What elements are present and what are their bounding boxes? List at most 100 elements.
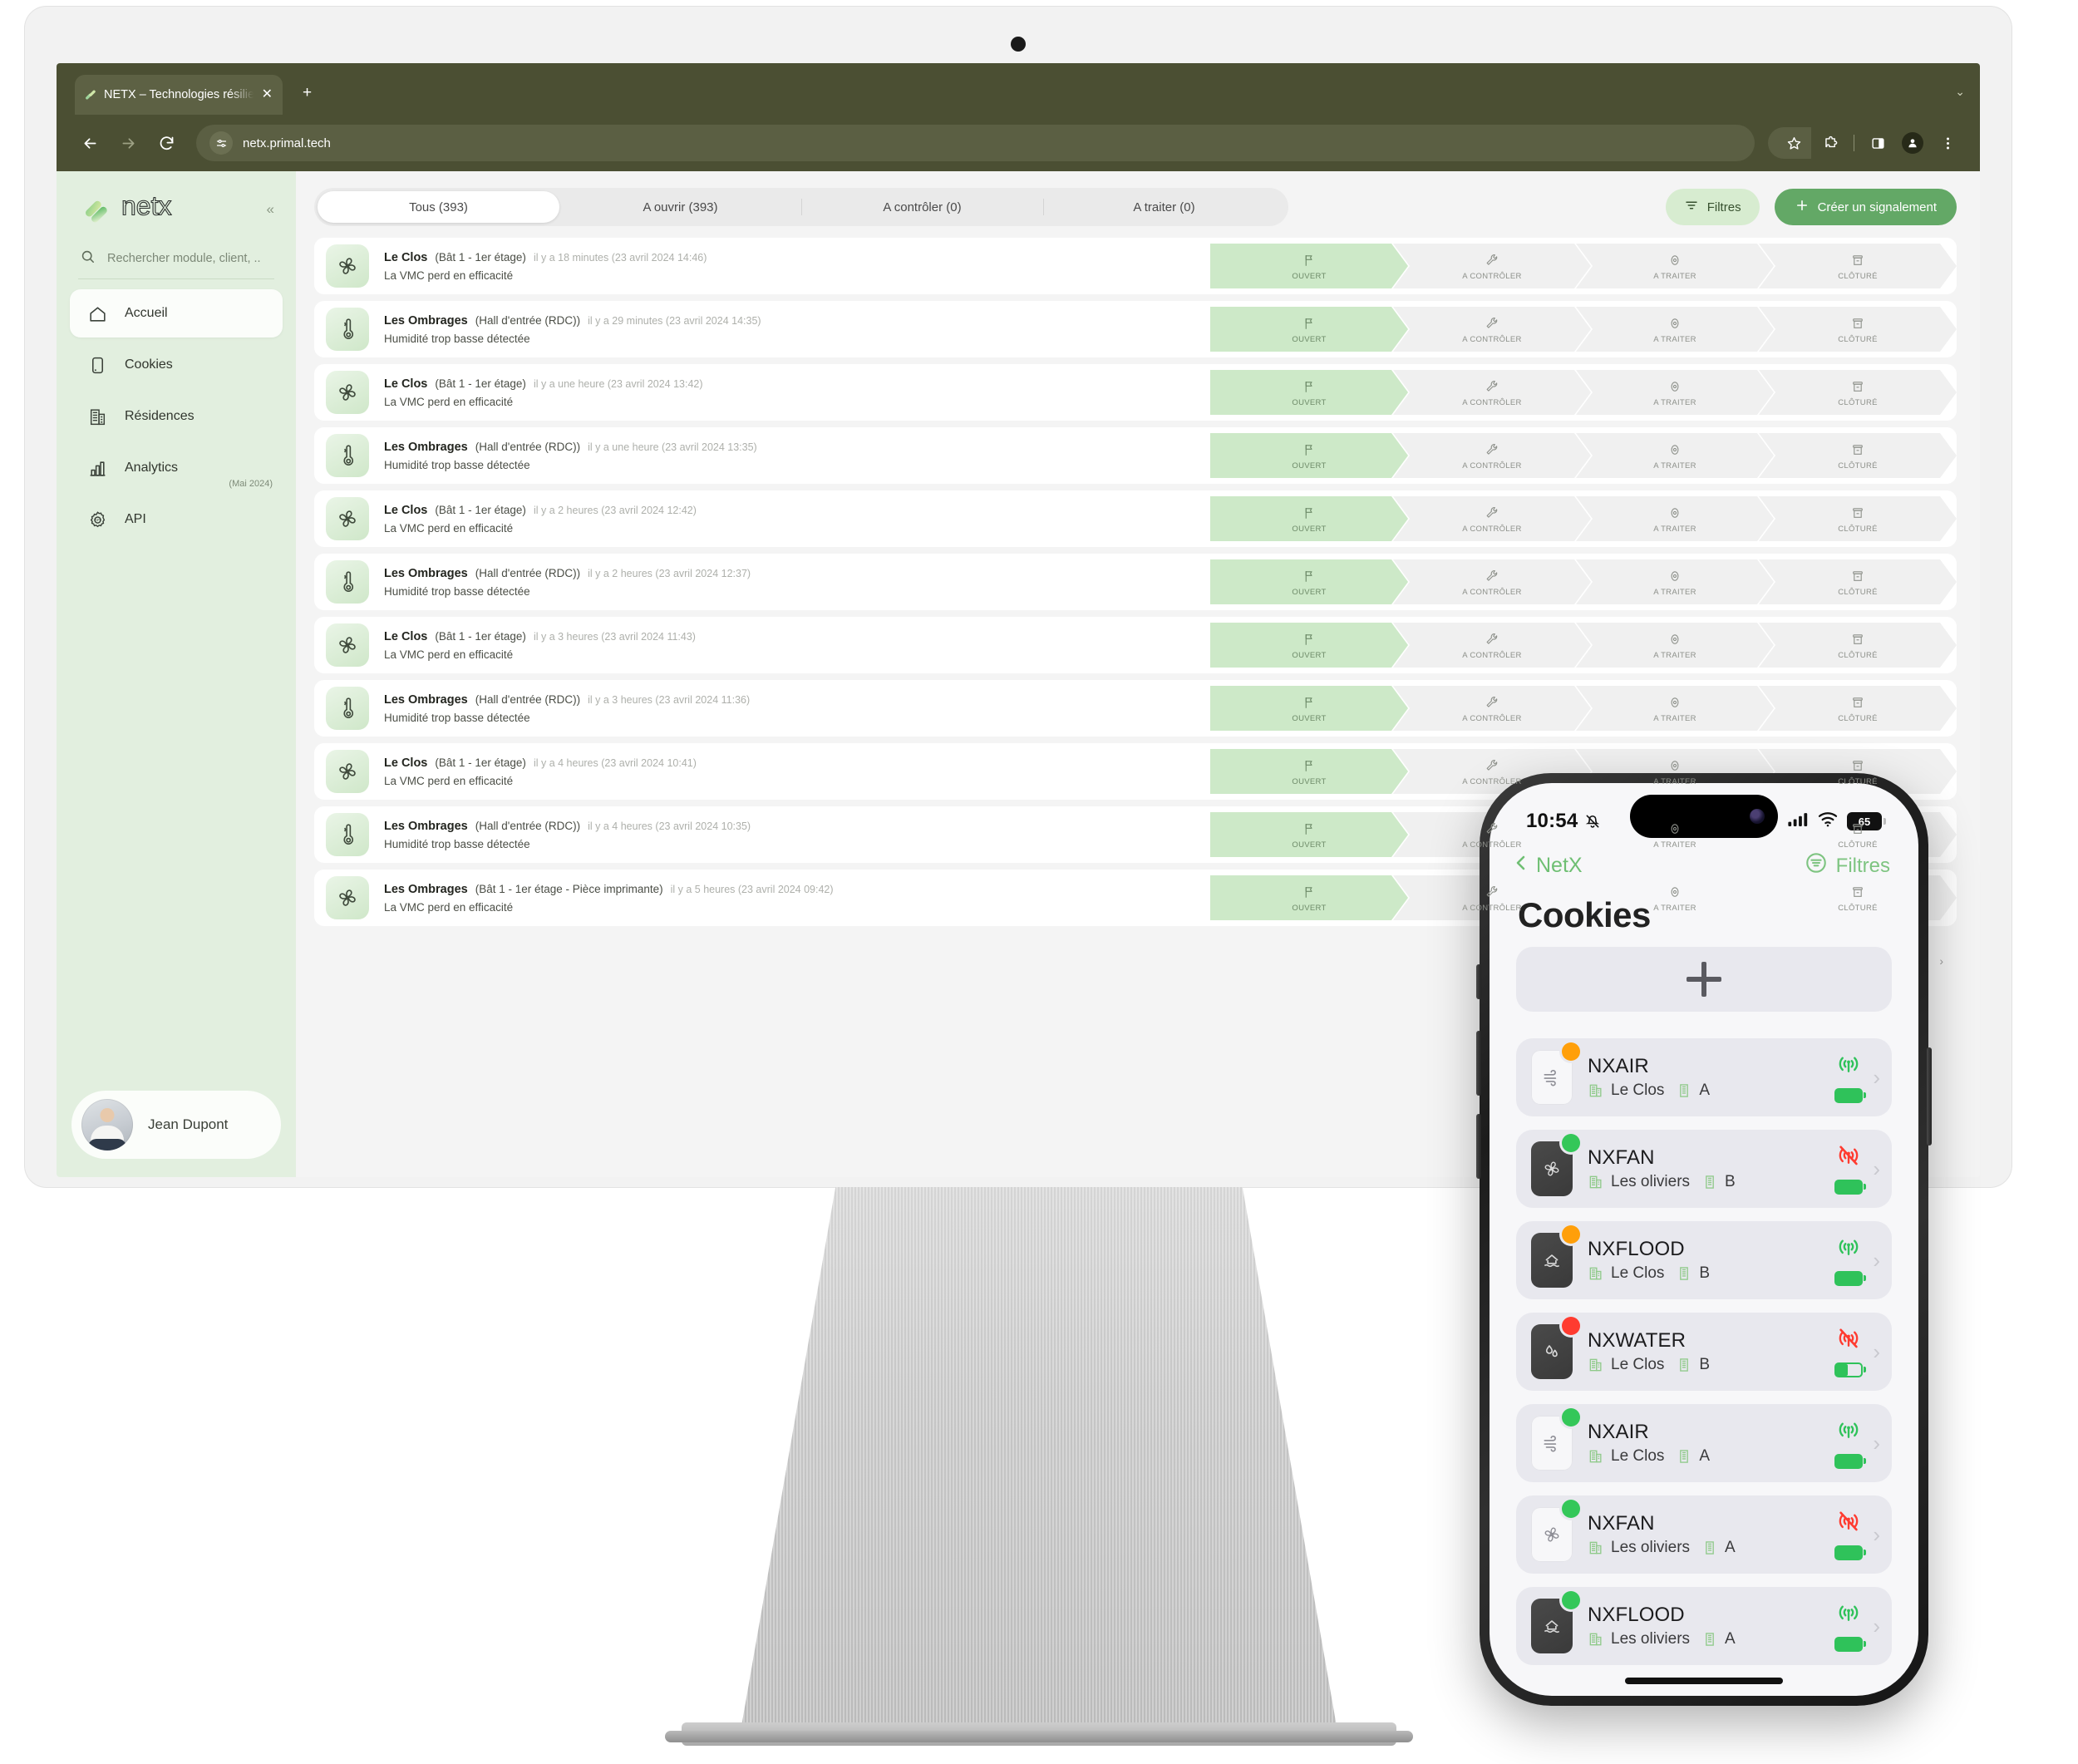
tab-a-traiter[interactable]: A traiter (0) xyxy=(1043,191,1285,223)
profile-avatar-icon[interactable] xyxy=(1897,127,1928,159)
list-item[interactable]: NXWATER Le Clos B › xyxy=(1516,1313,1892,1391)
pipeline-step-1[interactable]: A CONTRÔLER xyxy=(1393,370,1591,415)
phone-mute-switch[interactable] xyxy=(1476,964,1481,999)
create-signalement-button[interactable]: Créer un signalement xyxy=(1774,189,1957,225)
back-icon[interactable] xyxy=(73,126,106,160)
table-row[interactable]: Le Clos (Bât 1 - 1er étage) il y a une heu… xyxy=(314,364,1957,421)
sidebar-item-residences[interactable]: Résidences xyxy=(70,392,283,441)
list-item[interactable]: NXAIR Le Clos A › xyxy=(1516,1404,1892,1482)
chevron-right-icon[interactable]: › xyxy=(1873,1248,1880,1274)
chevron-right-icon[interactable]: › xyxy=(1873,1431,1880,1456)
sidebar-collapse-icon[interactable]: « xyxy=(267,201,279,218)
sidebar-item-analytics[interactable]: Analytics (Mai 2024) xyxy=(70,444,283,492)
list-item[interactable]: NXFLOOD Le Clos B › xyxy=(1516,1221,1892,1299)
filters-button[interactable]: Filtres xyxy=(1665,189,1760,225)
reload-icon[interactable] xyxy=(150,126,183,160)
pipeline-step-0[interactable]: OUVERT xyxy=(1210,686,1408,731)
phone-power-button[interactable] xyxy=(1927,1047,1932,1146)
pipeline-step-3[interactable]: CLÔTURÉ xyxy=(1759,244,1957,288)
pipeline-step-0[interactable]: OUVERT xyxy=(1210,749,1408,794)
add-device-button[interactable] xyxy=(1516,947,1892,1012)
flag-icon xyxy=(1302,568,1317,584)
chevron-right-icon[interactable]: › xyxy=(1873,1156,1880,1182)
pipeline-step-2[interactable]: A TRAITER xyxy=(1576,244,1774,288)
pipeline-step-2[interactable]: A TRAITER xyxy=(1576,559,1774,604)
pipeline-step-0[interactable]: OUVERT xyxy=(1210,559,1408,604)
phone-volume-down-button[interactable] xyxy=(1476,1114,1481,1179)
site-settings-icon[interactable] xyxy=(209,131,233,155)
table-row[interactable]: Le Clos (Bât 1 - 1er étage) il y a 18 minu… xyxy=(314,238,1957,294)
pipeline-step-1[interactable]: A CONTRÔLER xyxy=(1393,686,1591,731)
pipeline-step-3[interactable]: CLÔTURÉ xyxy=(1759,370,1957,415)
pipeline-step-2[interactable]: A TRAITER xyxy=(1576,686,1774,731)
pipeline-step-1[interactable]: A CONTRÔLER xyxy=(1393,623,1591,668)
chevron-right-icon[interactable]: › xyxy=(1873,1065,1880,1091)
pipeline-step-0[interactable]: OUVERT xyxy=(1210,307,1408,352)
device-icon xyxy=(85,352,110,377)
pipeline-step-0[interactable]: OUVERT xyxy=(1210,875,1408,920)
browser-tab[interactable]: NETX – Technologies résilient ✕ xyxy=(75,75,283,115)
pipeline-step-2[interactable]: A TRAITER xyxy=(1576,433,1774,478)
pipeline-step-1[interactable]: A CONTRÔLER xyxy=(1393,307,1591,352)
list-item[interactable]: NXAIR Le Clos A › xyxy=(1516,1038,1892,1116)
chevron-right-icon[interactable]: › xyxy=(1873,1522,1880,1548)
pipeline-step-2[interactable]: A TRAITER xyxy=(1576,370,1774,415)
pipeline-step-2[interactable]: A TRAITER xyxy=(1576,623,1774,668)
wrench-icon xyxy=(1485,441,1499,458)
table-row[interactable]: Les Ombrages (Hall d'entrée (RDC)) il y a … xyxy=(314,301,1957,357)
side-panel-icon[interactable] xyxy=(1862,127,1893,159)
pipeline-step-3[interactable]: CLÔTURÉ xyxy=(1759,623,1957,668)
pipeline-step-0[interactable]: OUVERT xyxy=(1210,370,1408,415)
pipeline-step-label: OUVERT xyxy=(1292,713,1327,723)
pipeline-step-1[interactable]: A CONTRÔLER xyxy=(1393,244,1591,288)
pipeline-step-0[interactable]: OUVERT xyxy=(1210,496,1408,541)
next-page-icon[interactable]: › xyxy=(1939,954,1943,968)
chrome-menu-icon[interactable] xyxy=(1932,127,1963,159)
pipeline-step-0[interactable]: OUVERT xyxy=(1210,244,1408,288)
pipeline-step-3[interactable]: CLÔTURÉ xyxy=(1759,559,1957,604)
table-row[interactable]: Les Ombrages (Hall d'entrée (RDC)) il y a … xyxy=(314,427,1957,484)
list-item[interactable]: NXFAN Les oliviers A › xyxy=(1516,1495,1892,1574)
back-button[interactable]: NetX xyxy=(1511,853,1583,879)
pipeline-step-3[interactable]: CLÔTURÉ xyxy=(1759,686,1957,731)
pipeline-step-0[interactable]: OUVERT xyxy=(1210,812,1408,857)
chevron-right-icon[interactable]: › xyxy=(1873,1339,1880,1365)
chevron-right-icon[interactable]: › xyxy=(1873,1614,1880,1639)
pipeline-step-1[interactable]: A CONTRÔLER xyxy=(1393,433,1591,478)
home-indicator[interactable] xyxy=(1625,1678,1783,1684)
table-row[interactable]: Les Ombrages (Hall d'entrée (RDC)) il y a … xyxy=(314,554,1957,610)
sidebar-item-accueil[interactable]: Accueil xyxy=(70,289,283,338)
close-icon[interactable]: ✕ xyxy=(260,88,274,101)
address-bar[interactable]: netx.primal.tech xyxy=(196,125,1755,161)
pipeline-step-3[interactable]: CLÔTURÉ xyxy=(1759,496,1957,541)
table-row[interactable]: Le Clos (Bât 1 - 1er étage) il y a 2 heure… xyxy=(314,490,1957,547)
bookmark-star-icon[interactable] xyxy=(1768,127,1811,159)
chevron-down-icon[interactable]: ⌄ xyxy=(1955,85,1965,99)
new-tab-icon[interactable]: + xyxy=(303,85,312,101)
tab-tous[interactable]: Tous (393) xyxy=(318,191,559,223)
tab-a-ouvrir[interactable]: A ouvrir (393) xyxy=(559,191,801,223)
table-row[interactable]: Les Ombrages (Hall d'entrée (RDC)) il y a … xyxy=(314,680,1957,737)
status-dot xyxy=(1562,1591,1580,1609)
sidebar-search[interactable] xyxy=(57,237,296,278)
pipeline-step-0[interactable]: OUVERT xyxy=(1210,623,1408,668)
pipeline-step-1[interactable]: A CONTRÔLER xyxy=(1393,496,1591,541)
user-profile-card[interactable]: Jean Dupont xyxy=(71,1091,281,1159)
pipeline-step-3[interactable]: CLÔTURÉ xyxy=(1759,433,1957,478)
list-item[interactable]: NXFAN Les oliviers B › xyxy=(1516,1130,1892,1208)
pipeline-step-3[interactable]: CLÔTURÉ xyxy=(1759,307,1957,352)
search-input[interactable] xyxy=(107,252,278,265)
tab-a-controler[interactable]: A contrôler (0) xyxy=(801,191,1043,223)
list-item[interactable]: NXFLOOD Les oliviers A › xyxy=(1516,1587,1892,1665)
pipeline-step-2[interactable]: A TRAITER xyxy=(1576,307,1774,352)
table-row[interactable]: Le Clos (Bât 1 - 1er étage) il y a 3 heure… xyxy=(314,617,1957,673)
phone-filters-button[interactable]: Filtres xyxy=(1805,851,1890,880)
extensions-icon[interactable] xyxy=(1815,127,1846,159)
pipeline-step-1[interactable]: A CONTRÔLER xyxy=(1393,559,1591,604)
pipeline-step-2[interactable]: A TRAITER xyxy=(1576,496,1774,541)
sidebar-item-cookies[interactable]: Cookies xyxy=(70,341,283,389)
pipeline-step-0[interactable]: OUVERT xyxy=(1210,433,1408,478)
phone-volume-up-button[interactable] xyxy=(1476,1031,1481,1096)
forward-icon[interactable] xyxy=(111,126,145,160)
sidebar-item-api[interactable]: API API xyxy=(70,495,283,544)
